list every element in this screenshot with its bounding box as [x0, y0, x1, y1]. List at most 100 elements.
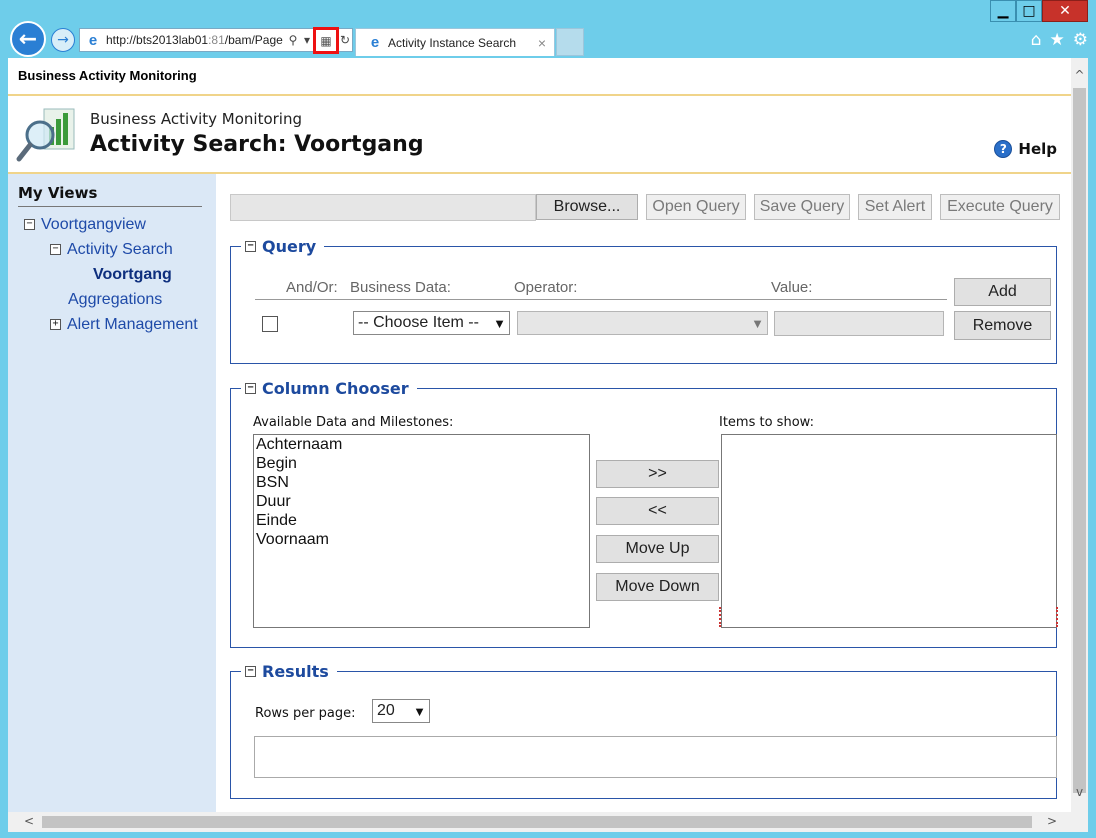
col-operator: Operator:: [514, 279, 578, 296]
business-data-select[interactable]: -- Choose Item -- ▼: [353, 311, 510, 335]
browser-toolbar-icons: ⌂ ★ ⚙: [1031, 30, 1088, 50]
forward-arrow-icon[interactable]: →: [51, 28, 75, 52]
page-viewport: Business Activity Monitoring Business Ac…: [8, 58, 1071, 812]
scroll-thumb[interactable]: [42, 816, 1032, 828]
help-label: Help: [1018, 140, 1057, 158]
list-item[interactable]: Einde: [254, 511, 589, 530]
vertical-scrollbar[interactable]: ^ v: [1071, 58, 1088, 812]
results-section: − Results Rows per page: 20 ▼: [230, 662, 1057, 799]
operator-select[interactable]: ▼: [517, 311, 768, 335]
tab-activity-instance-search[interactable]: e Activity Instance Search ×: [355, 28, 555, 56]
move-up-button[interactable]: Move Up: [596, 535, 719, 563]
value-input[interactable]: [774, 311, 944, 336]
horizontal-scrollbar[interactable]: < >: [8, 812, 1071, 832]
column-chooser-section: − Column Chooser Available Data and Mile…: [230, 379, 1058, 648]
available-listbox[interactable]: Achternaam Begin BSN Duur Einde Voornaam: [253, 434, 590, 628]
tab-close-icon[interactable]: ×: [538, 35, 546, 51]
add-column-button[interactable]: >>: [596, 460, 719, 488]
chevron-down-icon: ▼: [413, 703, 426, 719]
collapse-icon[interactable]: −: [245, 666, 256, 677]
list-item[interactable]: Begin: [254, 454, 589, 473]
resize-marker: [719, 607, 721, 627]
move-down-button[interactable]: Move Down: [596, 573, 719, 601]
sidebar-item-label: Alert Management: [67, 315, 198, 333]
scroll-right-icon[interactable]: >: [1047, 814, 1057, 828]
back-arrow-icon[interactable]: ←: [10, 21, 46, 57]
address-url: http://bts2013lab01:81/bam/Page: [106, 33, 283, 47]
address-bar[interactable]: e http://bts2013lab01:81/bam/Page ⚲ ▾ ↻: [79, 28, 353, 52]
results-legend[interactable]: − Results: [241, 662, 337, 681]
list-item[interactable]: BSN: [254, 473, 589, 492]
sidebar-item-label: Voortgang: [93, 265, 172, 283]
dropdown-icon[interactable]: ▾: [300, 33, 314, 47]
scroll-thumb[interactable]: [1073, 88, 1086, 793]
remove-column-button[interactable]: <<: [596, 497, 719, 525]
file-path-input[interactable]: [230, 194, 536, 221]
query-legend[interactable]: − Query: [241, 237, 325, 256]
col-and-or: And/Or:: [286, 279, 338, 296]
results-grid: [254, 736, 1057, 778]
maximize-icon[interactable]: □: [1016, 0, 1042, 22]
new-tab-button[interactable]: [556, 28, 584, 56]
collapse-icon[interactable]: −: [24, 219, 35, 230]
scroll-down-icon[interactable]: v: [1071, 785, 1088, 802]
sidebar-item-label: Activity Search: [67, 240, 173, 258]
and-or-checkbox[interactable]: [262, 316, 278, 332]
divider: [255, 299, 947, 300]
expand-icon[interactable]: +: [50, 319, 61, 330]
open-query-button[interactable]: Open Query: [646, 194, 746, 220]
scroll-left-icon[interactable]: <: [24, 814, 34, 828]
save-query-button[interactable]: Save Query: [754, 194, 850, 220]
items-to-show-label: Items to show:: [719, 415, 814, 430]
sidebar-item-alert-management[interactable]: + Alert Management: [18, 312, 216, 337]
star-icon[interactable]: ★: [1050, 30, 1065, 50]
items-to-show-listbox[interactable]: [721, 434, 1057, 628]
window-controls: ▁ □ ✕: [990, 0, 1088, 22]
section-title: Query: [262, 237, 317, 256]
column-chooser-legend[interactable]: − Column Chooser: [241, 379, 417, 398]
body-area: My Views − Voortgangview − Activity Sear…: [8, 174, 1071, 812]
minimize-icon[interactable]: ▁: [990, 0, 1016, 22]
ie-logo-icon: e: [370, 34, 380, 51]
compat-view-icon[interactable]: ▦: [313, 27, 339, 54]
sidebar: My Views − Voortgangview − Activity Sear…: [8, 174, 216, 812]
col-value: Value:: [771, 279, 813, 296]
collapse-icon[interactable]: −: [50, 244, 61, 255]
main-content: Browse... Open Query Save Query Set Aler…: [216, 174, 1071, 812]
sidebar-item-voortgang[interactable]: Voortgang: [18, 262, 216, 287]
collapse-icon[interactable]: −: [245, 383, 256, 394]
close-icon[interactable]: ✕: [1042, 0, 1088, 22]
sidebar-item-activity-search[interactable]: − Activity Search: [18, 237, 216, 262]
browse-button[interactable]: Browse...: [536, 194, 638, 220]
scroll-up-icon[interactable]: ^: [1071, 68, 1088, 85]
list-item[interactable]: Duur: [254, 492, 589, 511]
site-title: Business Activity Monitoring: [8, 58, 1071, 96]
query-toolbar: Browse... Open Query Save Query Set Aler…: [230, 194, 1060, 222]
remove-button[interactable]: Remove: [954, 311, 1051, 340]
set-alert-button[interactable]: Set Alert: [858, 194, 932, 220]
chevron-down-icon: ▼: [493, 315, 506, 331]
query-section: − Query And/Or: Business Data: Operator:…: [230, 237, 1057, 364]
list-item[interactable]: Voornaam: [254, 530, 589, 549]
list-item[interactable]: Achternaam: [254, 435, 589, 454]
rows-per-page-label: Rows per page:: [255, 706, 356, 721]
header-subtitle: Business Activity Monitoring: [90, 110, 302, 128]
sidebar-item-label: Aggregations: [68, 290, 163, 308]
search-icon[interactable]: ⚲: [286, 33, 300, 47]
sidebar-item-aggregations[interactable]: Aggregations: [18, 287, 216, 312]
sidebar-item-voortgangview[interactable]: − Voortgangview: [18, 212, 216, 237]
collapse-icon[interactable]: −: [245, 241, 256, 252]
chevron-down-icon: ▼: [751, 315, 764, 331]
rows-per-page-select[interactable]: 20 ▼: [372, 699, 430, 723]
refresh-icon[interactable]: ↻: [338, 33, 352, 47]
sidebar-title: My Views: [18, 184, 202, 207]
select-value: 20: [377, 702, 395, 719]
col-business-data: Business Data:: [350, 279, 451, 296]
browser-chrome: ▁ □ ✕ ← → e http://bts2013lab01:81/bam/P…: [0, 0, 1096, 58]
execute-query-button[interactable]: Execute Query: [940, 194, 1060, 220]
add-button[interactable]: Add: [954, 278, 1051, 306]
help-link[interactable]: ? Help: [994, 140, 1057, 158]
home-icon[interactable]: ⌂: [1031, 30, 1042, 50]
gear-icon[interactable]: ⚙: [1073, 30, 1088, 50]
help-icon: ?: [994, 140, 1013, 158]
